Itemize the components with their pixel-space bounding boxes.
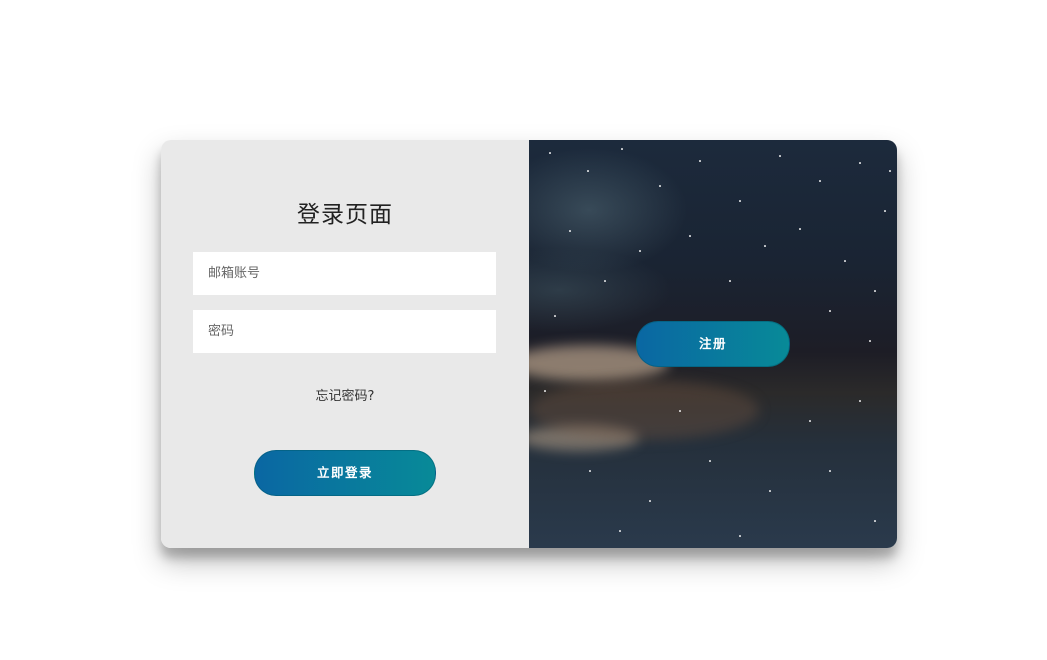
password-input[interactable]	[193, 310, 496, 353]
register-button[interactable]: 注册	[636, 321, 790, 367]
register-panel: 注册	[529, 140, 897, 548]
horizon-band	[529, 380, 759, 440]
page-title: 登录页面	[297, 202, 393, 228]
login-panel: 登录页面 忘记密码? 立即登录	[161, 140, 529, 548]
login-card: 登录页面 忘记密码? 立即登录 注册	[161, 140, 897, 548]
forgot-password-link[interactable]: 忘记密码?	[161, 385, 529, 404]
login-button[interactable]: 立即登录	[254, 450, 436, 496]
email-input[interactable]	[193, 252, 496, 295]
